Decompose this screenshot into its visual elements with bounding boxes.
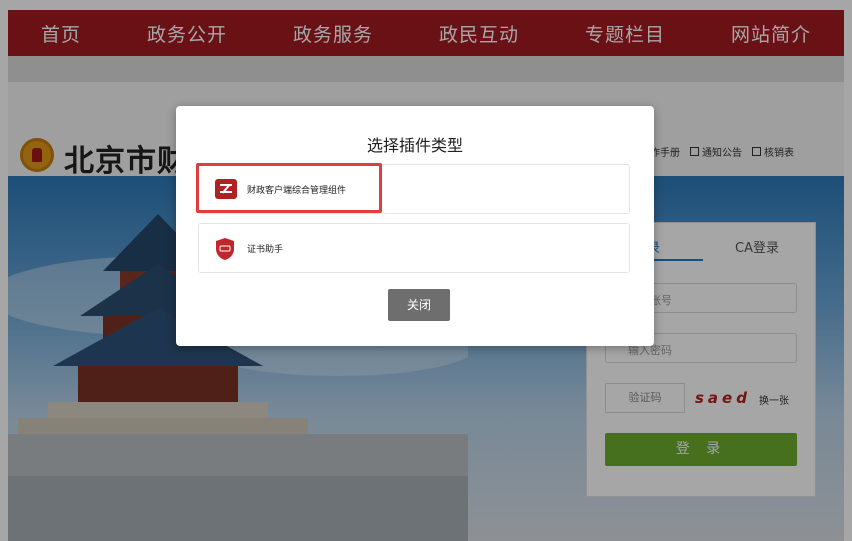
dialog-title: 选择插件类型 [366,136,463,155]
plugin-select-dialog: 选择插件类型 财政客户端综合管理组件 证书助手 关闭 [176,106,654,346]
certificate-shield-icon [216,238,234,260]
close-button[interactable]: 关闭 [388,289,450,321]
finance-client-icon [215,179,237,199]
option-certificate-assistant[interactable]: 证书助手 [198,223,630,273]
option-label: 财政客户端综合管理组件 [247,186,347,196]
option-finance-client[interactable]: 财政客户端综合管理组件 [198,164,630,214]
option-label: 证书助手 [247,245,284,255]
